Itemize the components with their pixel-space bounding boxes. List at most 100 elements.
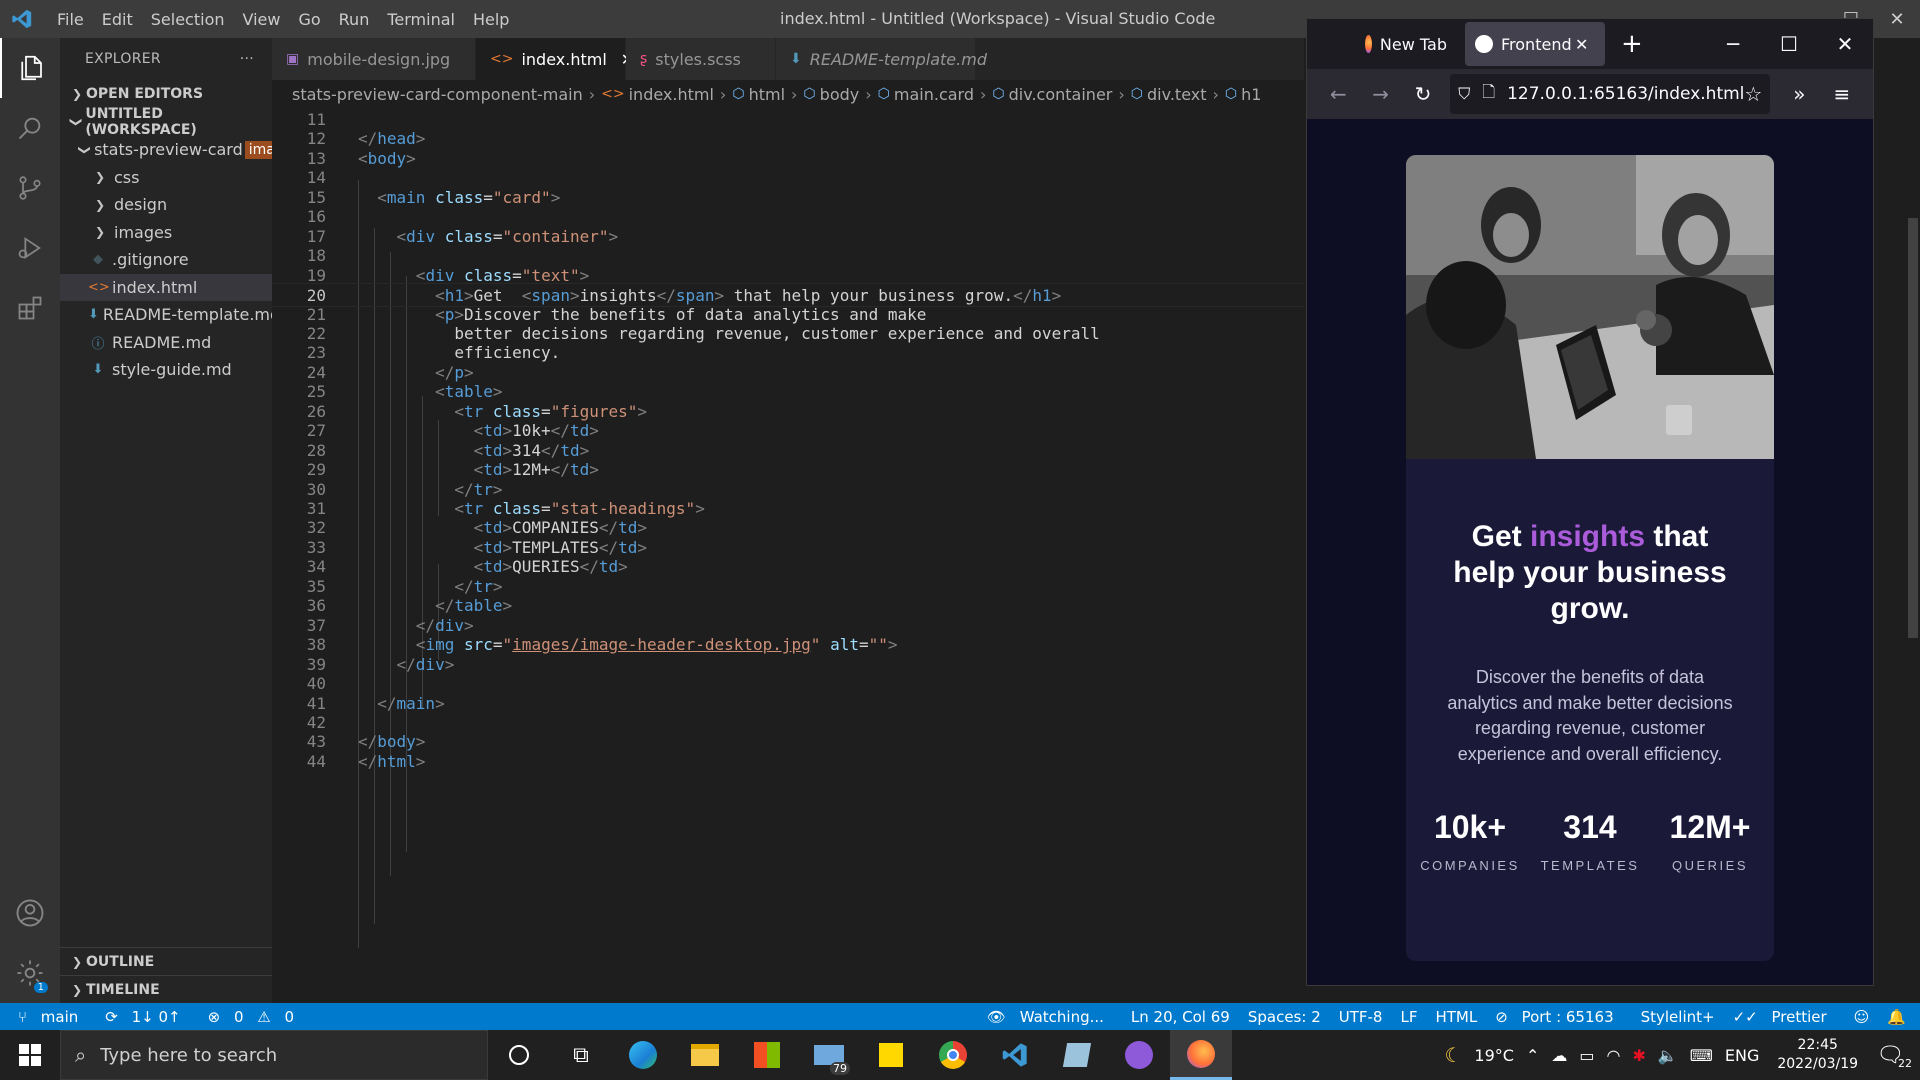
chrome-icon[interactable] <box>922 1030 984 1080</box>
weather-moon-icon[interactable]: ☾ <box>1438 1043 1468 1067</box>
end-of-line[interactable]: LF <box>1391 1008 1426 1026</box>
bookmark-star-icon[interactable]: ☆ <box>1744 82 1762 106</box>
cloud-icon[interactable]: ☁ <box>1545 1046 1573 1065</box>
sync-indicator[interactable]: ⟳ 1↓ 0↑ <box>96 1008 198 1026</box>
extensions-icon[interactable] <box>0 278 60 338</box>
source-control-icon[interactable] <box>0 158 60 218</box>
github-desktop-icon[interactable] <box>1108 1030 1170 1080</box>
wifi-icon[interactable]: ◠ <box>1600 1046 1626 1065</box>
battery-icon[interactable]: ▭ <box>1573 1046 1600 1065</box>
run-debug-icon[interactable] <box>0 218 60 278</box>
windows-start-icon[interactable] <box>0 1030 60 1080</box>
weather-temperature[interactable]: 19°C <box>1468 1046 1520 1065</box>
minimize-icon[interactable]: ─ <box>1705 19 1761 69</box>
tree-file-style-guide[interactable]: ⬇ style-guide.md <box>60 356 272 384</box>
virtualbox-icon[interactable] <box>1046 1030 1108 1080</box>
menu-go[interactable]: Go <box>289 10 329 29</box>
chevron-up-icon[interactable]: ⌃ <box>1520 1046 1545 1065</box>
tab-index-html[interactable]: <> index.html ✕ <box>476 38 634 80</box>
back-icon[interactable]: ← <box>1317 74 1359 114</box>
forward-icon[interactable]: → <box>1359 74 1401 114</box>
menu-terminal[interactable]: Terminal <box>378 10 464 29</box>
tree-folder-design[interactable]: ❯ design <box>60 191 272 219</box>
breadcrumb-main-card[interactable]: main.card <box>894 85 974 104</box>
live-sass-watching[interactable]: 👁 Watching... <box>978 1008 1122 1026</box>
firefox-tab-frontend-mentor[interactable]: Frontend M ✕ <box>1465 22 1605 66</box>
tree-file-index-html[interactable]: <> index.html <box>60 273 272 301</box>
tab-readme-template[interactable]: ⬇ README-template.md <box>776 38 987 80</box>
hamburger-menu-icon[interactable]: ≡ <box>1821 74 1863 114</box>
tree-file-gitignore[interactable]: ◆ .gitignore <box>60 246 272 274</box>
search-icon[interactable] <box>0 98 60 158</box>
stylelint-status[interactable]: Stylelint+ <box>1632 1008 1724 1026</box>
tab-styles-scss[interactable]: ʂ styles.scss <box>626 38 776 80</box>
task-view-icon[interactable]: ⧉ <box>550 1030 612 1080</box>
firefox-icon[interactable] <box>1170 1030 1232 1080</box>
tab-mobile-design[interactable]: ▣ mobile-design.jpg <box>272 38 476 80</box>
editor-scrollbar[interactable] <box>1906 108 1920 1003</box>
breadcrumb-html[interactable]: html <box>749 85 785 104</box>
input-language[interactable]: ENG <box>1719 1046 1765 1065</box>
breadcrumb-file[interactable]: index.html <box>629 85 714 104</box>
mail-icon[interactable]: 79 <box>798 1030 860 1080</box>
cortana-icon[interactable] <box>488 1030 550 1080</box>
breadcrumb-div-text[interactable]: div.text <box>1147 85 1207 104</box>
language-mode[interactable]: HTML <box>1426 1008 1486 1026</box>
more-actions-icon[interactable]: ··· <box>240 51 254 67</box>
reload-icon[interactable]: ↻ <box>1402 74 1444 114</box>
taskbar-search-input[interactable]: ⌕ Type here to search <box>60 1030 488 1080</box>
overflow-chevron-icon[interactable]: » <box>1778 74 1820 114</box>
tree-file-readme-template[interactable]: ⬇ README-template.md <box>60 301 272 329</box>
live-server-port[interactable]: ⊘ Port : 65163 <box>1486 1008 1631 1026</box>
indentation[interactable]: Spaces: 2 <box>1239 1008 1330 1026</box>
code-line[interactable]: 44 </html> <box>272 750 1304 774</box>
outline-section[interactable]: ❯ OUTLINE <box>60 947 272 975</box>
shield-icon[interactable]: ⛉ <box>1458 84 1470 104</box>
security-icon[interactable]: ✱ <box>1626 1046 1651 1065</box>
close-tab-icon[interactable]: ✕ <box>1575 35 1588 54</box>
tree-file-readme[interactable]: ⓘ README.md <box>60 329 272 357</box>
code-editor[interactable]: 11 12 </head> 13 <body> 14 15 <main class="car… <box>272 108 1304 1003</box>
encoding[interactable]: UTF-8 <box>1330 1008 1392 1026</box>
workspace-section[interactable]: ❯ UNTITLED (WORKSPACE) <box>60 106 272 138</box>
new-tab-icon[interactable]: + <box>1621 29 1643 59</box>
problems-indicator[interactable]: ⊗ 0 ⚠ 0 <box>199 1008 312 1026</box>
scrollbar-thumb[interactable] <box>1908 218 1918 638</box>
notifications-bell-icon[interactable]: 🔔 <box>1878 1008 1920 1026</box>
keyboard-icon[interactable]: ⌨ <box>1684 1046 1719 1065</box>
sticky-notes-icon[interactable] <box>860 1030 922 1080</box>
timeline-section[interactable]: ❯ TIMELINE <box>60 975 272 1003</box>
branch-indicator[interactable]: ⑂ main <box>0 1008 96 1026</box>
explorer-icon[interactable] <box>0 38 60 98</box>
menu-edit[interactable]: Edit <box>93 10 142 29</box>
url-text[interactable]: 127.0.0.1:65163/index.html <box>1507 84 1744 104</box>
breadcrumb-h1[interactable]: h1 <box>1241 85 1261 104</box>
file-explorer-icon[interactable] <box>674 1030 736 1080</box>
breadcrumb-folder[interactable]: stats-preview-card-component-main <box>292 85 583 104</box>
vscode-icon[interactable] <box>984 1030 1046 1080</box>
menu-view[interactable]: View <box>234 10 290 29</box>
cursor-position[interactable]: Ln 20, Col 69 <box>1122 1008 1239 1026</box>
feedback-icon[interactable]: ☺ <box>1845 1008 1879 1026</box>
prettier-status[interactable]: ✓✓ Prettier <box>1724 1008 1845 1026</box>
close-icon[interactable]: ✕ <box>1817 19 1873 69</box>
volume-icon[interactable]: 🔈 <box>1652 1046 1684 1065</box>
accounts-icon[interactable] <box>0 883 60 943</box>
breadcrumb-div-container[interactable]: div.container <box>1009 85 1113 104</box>
menu-run[interactable]: Run <box>330 10 379 29</box>
notification-center-icon[interactable]: 🗨 22 <box>1870 1043 1920 1070</box>
store-icon[interactable] <box>736 1030 798 1080</box>
open-editors-section[interactable]: ❯ OPEN EDITORS <box>60 80 272 108</box>
settings-gear-icon[interactable]: 1 <box>0 943 60 1003</box>
tree-folder-images[interactable]: ❯ images <box>60 219 272 247</box>
url-bar[interactable]: ⛉ 🗋 127.0.0.1:65163/index.html ☆ <box>1450 74 1771 114</box>
menu-file[interactable]: File <box>48 10 93 29</box>
maximize-icon[interactable]: ☐ <box>1761 19 1817 69</box>
menu-help[interactable]: Help <box>464 10 518 29</box>
root-folder[interactable]: ❯ stats-preview-card ima <box>60 136 272 164</box>
clock[interactable]: 22:45 2022/03/19 <box>1765 1036 1870 1074</box>
edge-icon[interactable] <box>612 1030 674 1080</box>
firefox-tab-new-tab[interactable]: New Tab <box>1307 22 1457 66</box>
tree-folder-css[interactable]: ❯ css <box>60 164 272 192</box>
breadcrumb-body[interactable]: body <box>820 85 860 104</box>
